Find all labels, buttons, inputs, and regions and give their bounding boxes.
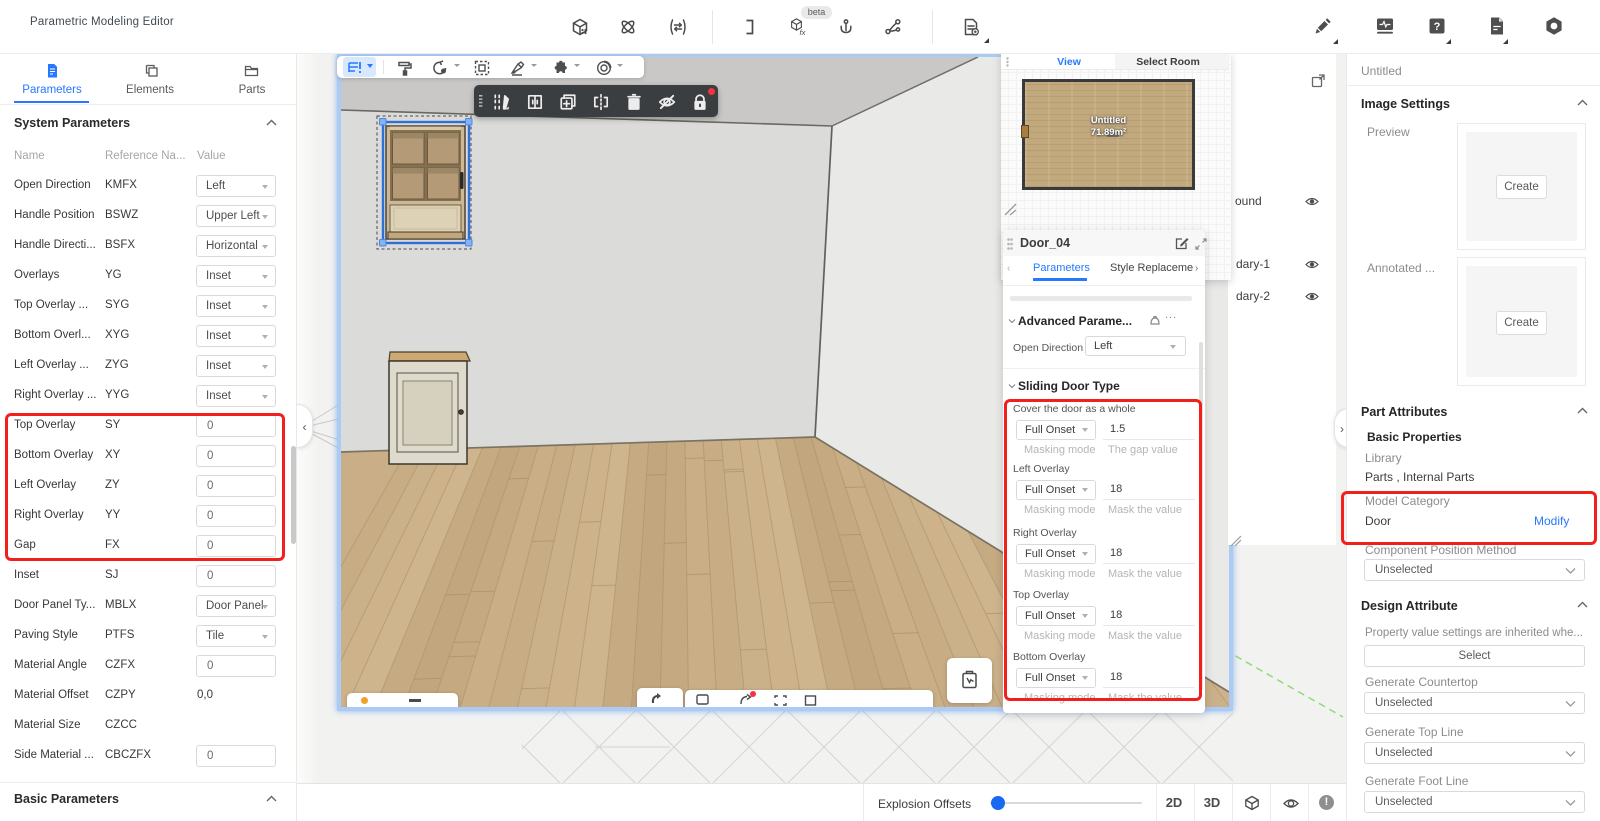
svg-text:?: ? [1434, 21, 1441, 33]
svg-text:fx: fx [800, 28, 806, 37]
